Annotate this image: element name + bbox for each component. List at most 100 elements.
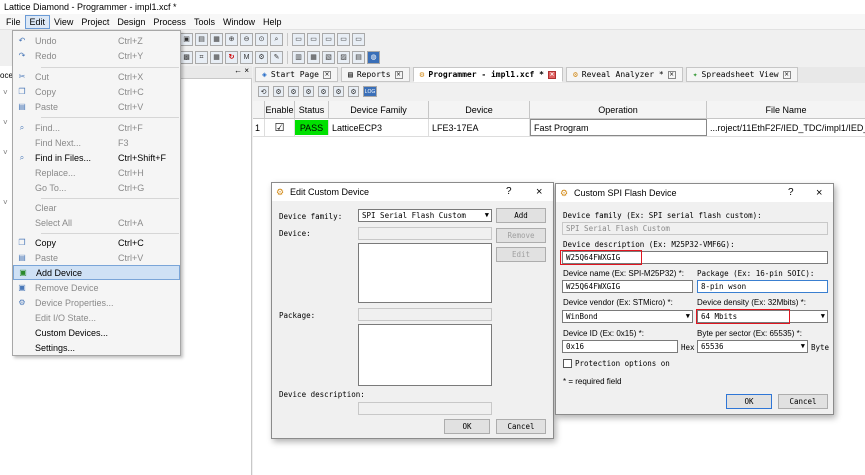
layout-2-icon[interactable]: ▦ xyxy=(307,50,320,64)
menu-item-settings[interactable]: Settings... xyxy=(13,340,180,355)
col-device-family[interactable]: Device Family xyxy=(329,101,429,118)
menu-item-undo[interactable]: ↶ Undo Ctrl+Z xyxy=(13,33,180,48)
device-name-input[interactable]: W25Q64FWXGIG xyxy=(562,280,693,293)
probe-tool-icon[interactable]: ✎ xyxy=(270,50,283,64)
tree-expand-icon[interactable]: ˅ xyxy=(3,148,8,157)
view-5-icon[interactable]: ▭ xyxy=(352,32,365,46)
view-2-icon[interactable]: ▭ xyxy=(307,32,320,46)
zoom-fit-icon[interactable]: ⊙ xyxy=(255,32,268,46)
chain-icon[interactable]: ⚙ xyxy=(273,86,284,97)
zoom-area-icon[interactable]: ⌕ xyxy=(270,32,283,46)
device-field[interactable] xyxy=(358,227,492,240)
menu-item-add-device[interactable]: ▣ Add Device xyxy=(13,265,180,280)
menu-item-copy-device[interactable]: ❐ Copy Ctrl+C xyxy=(13,235,180,250)
col-file-name[interactable]: File Name xyxy=(707,101,865,118)
menu-item-paste-device[interactable]: ▤ Paste Ctrl+V xyxy=(13,250,180,265)
menu-tools[interactable]: Tools xyxy=(190,16,219,28)
menu-item-select-all[interactable]: Select All Ctrl+A xyxy=(13,215,180,230)
cancel-button[interactable]: Cancel xyxy=(778,394,828,409)
operation-cell[interactable]: Fast Program xyxy=(530,119,707,136)
menu-item-paste[interactable]: ▤ Paste Ctrl+V xyxy=(13,99,180,114)
view-3-icon[interactable]: ▭ xyxy=(322,32,335,46)
table-tool-icon[interactable]: ▦ xyxy=(210,32,223,46)
menu-item-replace[interactable]: Replace... Ctrl+H xyxy=(13,165,180,180)
verify-icon[interactable]: ⚙ xyxy=(333,86,344,97)
close-icon[interactable]: × xyxy=(782,70,791,79)
package-input[interactable]: 8-pin wson xyxy=(697,280,828,293)
device-id-input[interactable]: 0x16 xyxy=(562,340,678,353)
col-operation[interactable]: Operation xyxy=(530,101,707,118)
device-list[interactable] xyxy=(358,243,492,303)
layout-3-icon[interactable]: ▧ xyxy=(322,50,335,64)
tab-reveal-analyzer[interactable]: ⚙ Reveal Analyzer * × xyxy=(565,67,683,82)
script-tool-icon[interactable]: ⚙ xyxy=(255,50,268,64)
net-tool-icon[interactable]: ⌗ xyxy=(195,50,208,64)
menu-window[interactable]: Window xyxy=(219,16,259,28)
menu-item-cut[interactable]: ✂ Cut Ctrl+X xyxy=(13,69,180,84)
tab-reports[interactable]: ▤ Reports × xyxy=(341,67,410,82)
close-icon[interactable]: × xyxy=(536,183,542,201)
help-icon[interactable]: ? xyxy=(506,183,512,201)
layout-4-icon[interactable]: ▨ xyxy=(337,50,350,64)
menu-item-redo[interactable]: ↷ Redo Ctrl+Y xyxy=(13,48,180,63)
device-family-cell[interactable]: LatticeECP3 xyxy=(329,119,429,136)
device-cell[interactable]: LFE3-17EA xyxy=(429,119,530,136)
add-button[interactable]: Add xyxy=(496,208,546,223)
device-vendor-select[interactable]: WinBond ▼ xyxy=(562,310,693,323)
globe-icon[interactable]: ◍ xyxy=(367,50,380,64)
menu-item-copy[interactable]: ❐ Copy Ctrl+C xyxy=(13,84,180,99)
menu-file[interactable]: File xyxy=(2,16,25,28)
tree-expand-icon[interactable]: ˅ xyxy=(3,88,8,97)
menu-process[interactable]: Process xyxy=(149,16,190,28)
col-status[interactable]: Status xyxy=(295,101,329,118)
view-1-icon[interactable]: ▭ xyxy=(292,32,305,46)
close-icon[interactable]: × xyxy=(394,70,403,79)
run-tool-icon[interactable]: ↻ xyxy=(225,50,238,64)
file-name-cell[interactable]: ...roject/11EthF2F/IED_TDC/impl1/IED_tdc xyxy=(707,119,865,136)
settings-icon[interactable]: ⚙ xyxy=(348,86,359,97)
tree-expand-icon[interactable]: ˅ xyxy=(3,198,8,207)
enable-checkbox[interactable]: ☑ xyxy=(265,119,295,136)
help-icon[interactable]: ? xyxy=(788,184,794,202)
menu-item-go-to[interactable]: Go To... Ctrl+G xyxy=(13,180,180,195)
menu-item-find-next[interactable]: Find Next... F3 xyxy=(13,135,180,150)
zoom-in-icon[interactable]: ⊕ xyxy=(225,32,238,46)
menu-item-device-properties[interactable]: ⚙ Device Properties... xyxy=(13,295,180,310)
menu-item-custom-devices[interactable]: Custom Devices... xyxy=(13,325,180,340)
chip-tool-icon[interactable]: ▩ xyxy=(180,50,193,64)
cancel-button[interactable]: Cancel xyxy=(496,419,546,434)
menu-item-find[interactable]: ⌕ Find... Ctrl+F xyxy=(13,120,180,135)
menu-design[interactable]: Design xyxy=(113,16,149,28)
tab-programmer[interactable]: ⚙ Programmer - impl1.xcf * × xyxy=(412,67,563,82)
tab-spreadsheet-view[interactable]: ✦ Spreadsheet View × xyxy=(685,67,798,82)
chain3-icon[interactable]: ⚙ xyxy=(303,86,314,97)
paste-tool-icon[interactable]: ▤ xyxy=(195,32,208,46)
scan-icon[interactable]: ⟲ xyxy=(258,86,269,97)
col-enable[interactable]: Enable xyxy=(265,101,295,118)
device-family-select[interactable]: SPI Serial Flash Custom ▼ xyxy=(358,209,492,222)
menu-help[interactable]: Help xyxy=(259,16,286,28)
remove-button[interactable]: Remove xyxy=(496,228,546,243)
pane-header-controls[interactable]: ← × xyxy=(180,66,252,79)
layout-5-icon[interactable]: ▤ xyxy=(352,50,365,64)
table-row[interactable]: 1 ☑ PASS LatticeECP3 LFE3-17EA Fast Prog… xyxy=(253,119,865,137)
ok-button[interactable]: OK xyxy=(726,394,772,409)
view-4-icon[interactable]: ▭ xyxy=(337,32,350,46)
device-family-field[interactable]: SPI Serial Flash Custom xyxy=(562,222,828,235)
col-device[interactable]: Device xyxy=(429,101,530,118)
program-icon[interactable]: ⚙ xyxy=(318,86,329,97)
close-icon[interactable]: × xyxy=(667,70,676,79)
copy-tool-icon[interactable]: ▣ xyxy=(180,32,193,46)
layout-1-icon[interactable]: ▥ xyxy=(292,50,305,64)
package-list[interactable] xyxy=(358,324,492,386)
menu-item-find-in-files[interactable]: ⌕ Find in Files... Ctrl+Shift+F xyxy=(13,150,180,165)
macro-tool-icon[interactable]: M xyxy=(240,50,253,64)
package-field[interactable] xyxy=(358,308,492,321)
edit-button[interactable]: Edit xyxy=(496,247,546,262)
ok-button[interactable]: OK xyxy=(444,419,490,434)
menu-view[interactable]: View xyxy=(50,16,77,28)
menu-item-clear[interactable]: Clear xyxy=(13,200,180,215)
close-icon[interactable]: × xyxy=(547,70,556,79)
log-icon[interactable]: LOG xyxy=(363,86,377,97)
close-icon[interactable]: × xyxy=(323,70,331,79)
